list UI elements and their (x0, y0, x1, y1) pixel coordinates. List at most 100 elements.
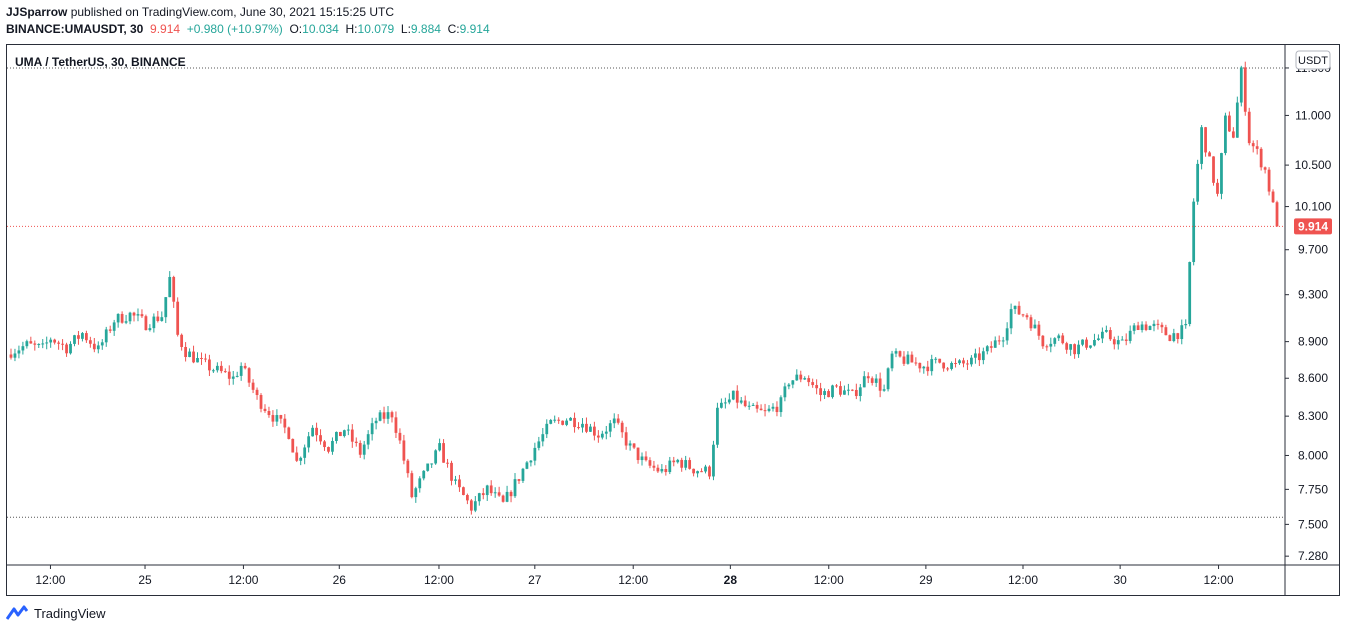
candle[interactable] (898, 351, 902, 357)
candle[interactable] (362, 444, 366, 455)
candle[interactable] (1009, 309, 1013, 329)
candle[interactable] (398, 432, 402, 441)
candle[interactable] (422, 470, 426, 479)
candle[interactable] (124, 321, 128, 323)
candle[interactable] (771, 406, 775, 409)
candle[interactable] (989, 346, 993, 348)
candle[interactable] (1160, 324, 1164, 328)
candle[interactable] (279, 415, 283, 419)
candle[interactable] (307, 436, 311, 448)
candle[interactable] (100, 342, 104, 346)
candle[interactable] (850, 389, 854, 391)
candle[interactable] (843, 390, 846, 395)
candle[interactable] (811, 382, 815, 386)
candle[interactable] (366, 434, 370, 445)
candle[interactable] (1017, 305, 1021, 315)
candle[interactable] (1216, 182, 1219, 194)
candle[interactable] (1180, 325, 1184, 340)
currency-label[interactable]: USDT (1298, 55, 1328, 67)
candle[interactable] (668, 460, 672, 473)
candle[interactable] (315, 427, 318, 436)
candle[interactable] (469, 500, 473, 511)
candle[interactable] (196, 357, 199, 363)
candle[interactable] (1172, 333, 1176, 342)
candle[interactable] (1069, 344, 1073, 350)
candle[interactable] (664, 468, 668, 473)
candle[interactable] (497, 492, 501, 496)
candle[interactable] (1164, 327, 1168, 336)
candle[interactable] (787, 384, 791, 387)
candle[interactable] (1192, 201, 1196, 263)
candle[interactable] (9, 354, 13, 358)
candle[interactable] (430, 463, 434, 465)
candle[interactable] (168, 276, 172, 298)
candle[interactable] (501, 495, 505, 502)
candle[interactable] (1049, 343, 1053, 347)
candle[interactable] (1212, 156, 1215, 183)
candle[interactable] (870, 378, 874, 383)
candle[interactable] (513, 479, 517, 497)
candle[interactable] (557, 419, 561, 421)
candle[interactable] (1224, 115, 1227, 154)
candle[interactable] (1124, 339, 1128, 341)
candle[interactable] (720, 402, 723, 408)
candle[interactable] (263, 408, 267, 412)
candle[interactable] (585, 423, 588, 432)
candle[interactable] (529, 460, 533, 463)
candle[interactable] (1259, 148, 1263, 168)
candle[interactable] (505, 491, 509, 502)
candle[interactable] (1108, 330, 1112, 340)
candle[interactable] (235, 375, 239, 377)
candle[interactable] (1267, 169, 1271, 192)
candle[interactable] (672, 460, 676, 463)
candle[interactable] (1041, 335, 1045, 347)
candle[interactable] (156, 316, 160, 321)
candle[interactable] (966, 363, 969, 365)
candle[interactable] (231, 376, 235, 379)
candle[interactable] (271, 415, 275, 422)
candle[interactable] (1025, 315, 1029, 318)
candle[interactable] (839, 386, 842, 395)
candle[interactable] (120, 313, 124, 323)
candle[interactable] (251, 382, 255, 390)
candle[interactable] (1112, 339, 1116, 345)
candle[interactable] (299, 457, 303, 461)
candle[interactable] (1116, 340, 1120, 345)
candle[interactable] (283, 418, 287, 428)
candle[interactable] (275, 415, 279, 422)
candle[interactable] (620, 422, 624, 433)
candle[interactable] (807, 378, 811, 383)
candle[interactable] (1176, 333, 1180, 340)
candle[interactable] (215, 365, 219, 371)
candle[interactable] (239, 365, 243, 376)
candle[interactable] (656, 467, 660, 472)
candle[interactable] (819, 388, 822, 395)
publisher-name[interactable]: JJSparrow (6, 5, 67, 19)
candle[interactable] (862, 376, 866, 388)
candle[interactable] (458, 479, 461, 488)
candle[interactable] (176, 301, 180, 335)
candle[interactable] (33, 343, 37, 345)
candle[interactable] (783, 386, 787, 398)
candle[interactable] (73, 335, 76, 344)
candle[interactable] (45, 342, 49, 344)
candle[interactable] (882, 389, 886, 391)
candle[interactable] (660, 468, 664, 472)
candle[interactable] (624, 432, 628, 446)
candle[interactable] (894, 351, 898, 354)
candle[interactable] (1148, 326, 1152, 330)
candle[interactable] (53, 339, 57, 343)
candle[interactable] (759, 408, 763, 411)
candle[interactable] (652, 465, 656, 468)
candle[interactable] (1053, 338, 1057, 344)
candle[interactable] (1140, 324, 1144, 331)
candle[interactable] (1184, 324, 1188, 326)
candle[interactable] (723, 402, 727, 404)
candle[interactable] (128, 312, 132, 322)
candle[interactable] (148, 328, 152, 331)
candle[interactable] (680, 459, 684, 468)
candle[interactable] (708, 466, 711, 477)
candle[interactable] (374, 420, 378, 424)
candle[interactable] (521, 468, 525, 481)
candle[interactable] (866, 376, 870, 379)
